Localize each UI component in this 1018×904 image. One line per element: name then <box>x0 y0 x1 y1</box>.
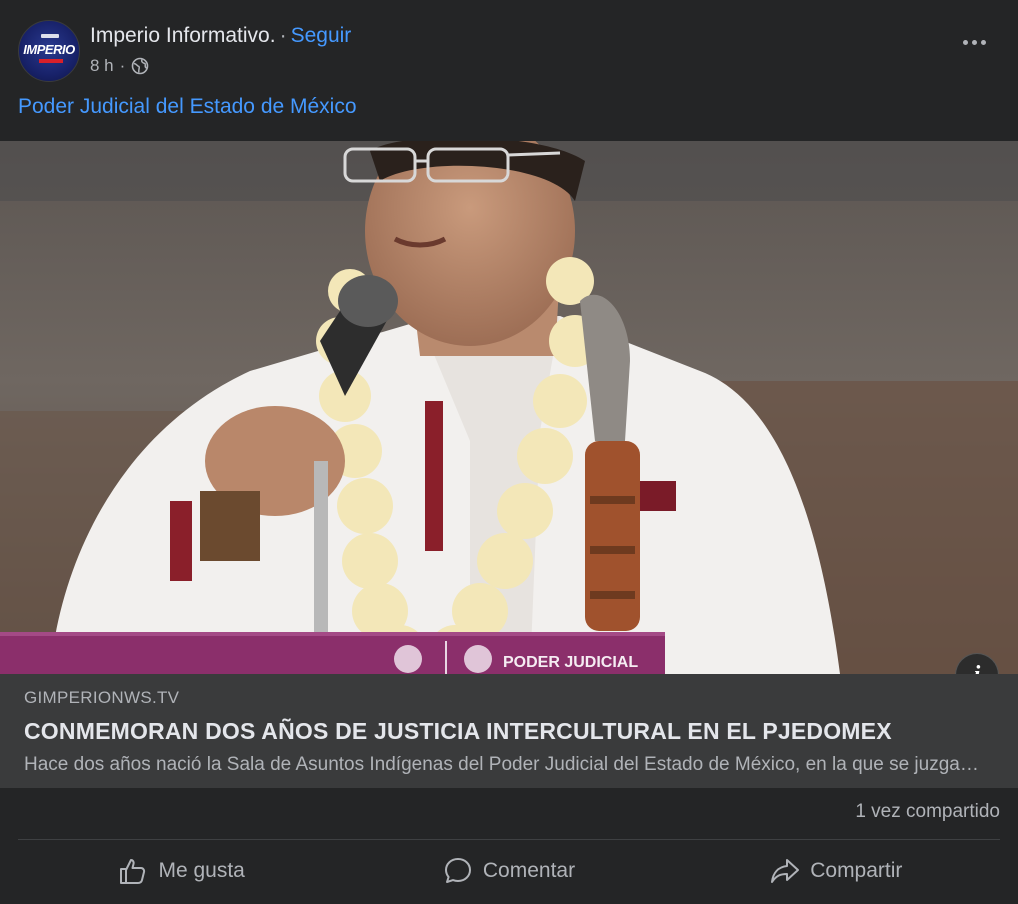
action-bar: Me gusta Comentar Compartir <box>18 843 1000 899</box>
like-button[interactable]: Me gusta <box>18 843 345 899</box>
post-header: IMPERIO Imperio Informativo. · Seguir 8 h … <box>18 20 1000 82</box>
meta-separator: · <box>119 56 126 75</box>
post-text-link[interactable]: Poder Judicial del Estado de México <box>18 95 357 119</box>
avatar-logo-text: IMPERIO <box>23 42 75 57</box>
more-options-icon[interactable] <box>960 34 988 50</box>
avatar-logo-mark <box>41 34 59 38</box>
link-headline: CONMEMORAN DOS AÑOS DE JUSTICIA INTERCUL… <box>24 718 892 744</box>
name-separator: · <box>279 24 287 47</box>
share-icon <box>771 859 800 883</box>
share-count[interactable]: 1 vez compartido <box>855 801 1000 823</box>
comment-button[interactable]: Comentar <box>345 843 672 899</box>
link-description: Hace dos años nació la Sala de Asuntos I… <box>24 754 984 775</box>
page-name-link[interactable]: Imperio Informativo. <box>90 24 276 47</box>
follow-button[interactable]: Seguir <box>291 24 352 47</box>
post-meta: 8 h · <box>90 56 149 76</box>
page-avatar[interactable]: IMPERIO <box>18 20 80 82</box>
link-preview[interactable]: GIMPERIONWS.TV CONMEMORAN DOS AÑOS DE JU… <box>0 674 1018 788</box>
globe-icon[interactable] <box>131 57 149 75</box>
share-label: Compartir <box>810 859 903 882</box>
podium-text: PODER JUDICIAL <box>503 654 638 671</box>
page-name-line: Imperio Informativo. · Seguir <box>90 24 351 48</box>
comment-icon <box>444 858 471 883</box>
actions-divider <box>18 839 1000 840</box>
post-timestamp[interactable]: 8 h <box>90 56 114 76</box>
thumbs-up-icon <box>120 859 146 884</box>
link-domain: GIMPERIONWS.TV <box>24 688 180 707</box>
facebook-post: IMPERIO Imperio Informativo. · Seguir 8 h … <box>0 0 1018 904</box>
more-dot <box>980 39 986 45</box>
photo-illustration: PODER JUDICIAL <box>0 141 1018 674</box>
post-photo[interactable]: PODER JUDICIAL <box>0 141 1018 674</box>
more-dot <box>971 39 977 45</box>
like-label: Me gusta <box>158 859 245 882</box>
more-dot <box>962 39 968 45</box>
avatar-logo-bar <box>39 59 63 63</box>
comment-label: Comentar <box>482 859 576 882</box>
share-button[interactable]: Compartir <box>673 843 1000 899</box>
